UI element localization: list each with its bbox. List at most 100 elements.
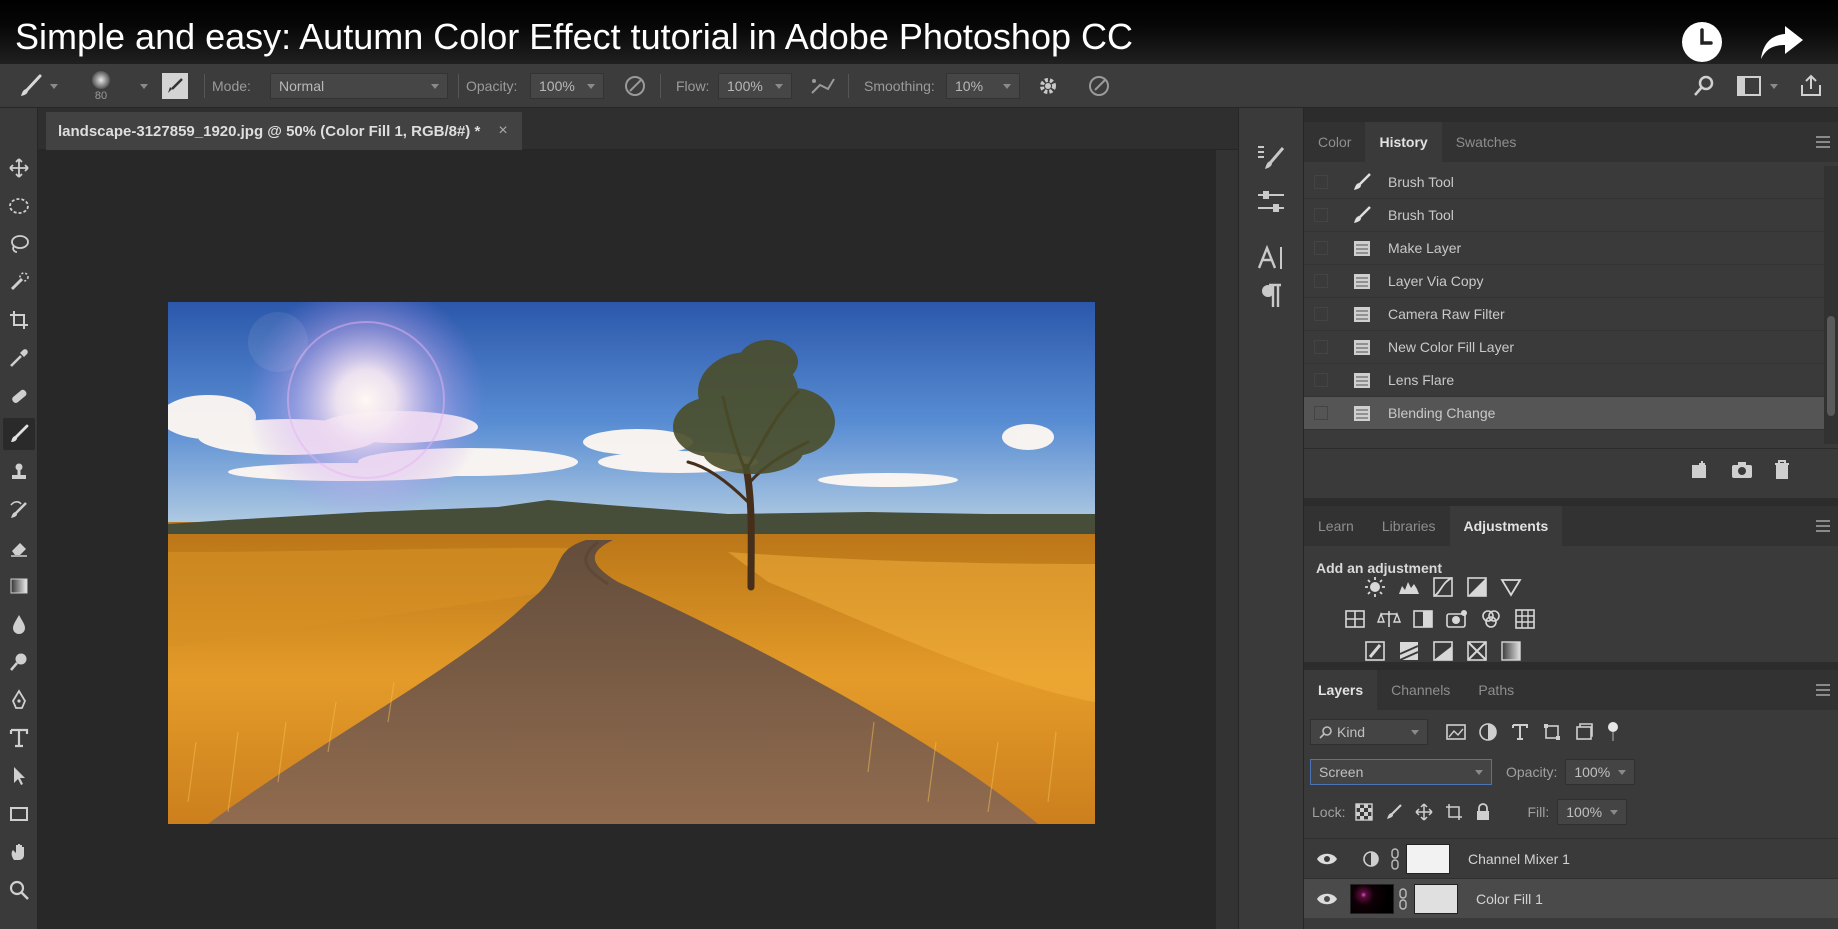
- new-document-from-state-icon[interactable]: [1688, 459, 1710, 486]
- lasso-tool-icon[interactable]: [3, 228, 35, 260]
- clone-stamp-tool-icon[interactable]: [3, 456, 35, 488]
- workspace-icon[interactable]: [1736, 64, 1778, 108]
- camera-icon[interactable]: [1730, 459, 1754, 486]
- zoom-tool-icon[interactable]: [3, 874, 35, 906]
- layer-mask-thumbnail[interactable]: [1414, 883, 1458, 914]
- layer-filter-select[interactable]: Kind: [1310, 719, 1428, 745]
- history-brush-toggle[interactable]: [1314, 373, 1328, 387]
- tab-libraries[interactable]: Libraries: [1368, 506, 1450, 546]
- history-item[interactable]: Camera Raw Filter: [1304, 298, 1824, 331]
- type-tool-icon[interactable]: [3, 722, 35, 754]
- lock-transparent-pixels-icon[interactable]: [1355, 803, 1374, 821]
- opacity-field[interactable]: 100%: [530, 73, 604, 99]
- eye-icon[interactable]: [1316, 851, 1338, 867]
- filter-shape-layers-icon[interactable]: [1542, 722, 1562, 742]
- filter-adjustment-layers-icon[interactable]: [1478, 722, 1498, 742]
- marquee-tool-icon[interactable]: [3, 190, 35, 222]
- pressure-opacity-icon[interactable]: [622, 64, 648, 108]
- history-brush-toggle[interactable]: [1314, 274, 1328, 288]
- brush-size-picker[interactable]: 80: [92, 64, 110, 108]
- lock-artboard-icon[interactable]: [1445, 803, 1463, 821]
- tab-history[interactable]: History: [1365, 122, 1442, 162]
- lock-position-icon[interactable]: [1415, 803, 1433, 821]
- layer-row-selected[interactable]: Color Fill 1: [1304, 878, 1838, 918]
- history-scrollbar[interactable]: [1824, 166, 1838, 444]
- layer-mask-thumbnail[interactable]: [1406, 843, 1450, 874]
- channel-mixer-icon[interactable]: [1474, 604, 1508, 634]
- paragraph-panel-icon[interactable]: [1253, 278, 1289, 314]
- tab-learn[interactable]: Learn: [1304, 506, 1368, 546]
- black-white-icon[interactable]: [1406, 604, 1440, 634]
- color-lookup-icon[interactable]: [1508, 604, 1542, 634]
- threshold-icon[interactable]: [1426, 636, 1460, 666]
- eyedropper-tool-icon[interactable]: [3, 342, 35, 374]
- history-brush-toggle[interactable]: [1314, 241, 1328, 255]
- properties-panel-icon[interactable]: [1253, 184, 1289, 220]
- history-brush-toggle[interactable]: [1314, 406, 1328, 420]
- history-scroll-thumb[interactable]: [1827, 316, 1835, 416]
- link-icon[interactable]: [1390, 847, 1400, 870]
- filter-smart-objects-icon[interactable]: [1574, 722, 1594, 742]
- history-item[interactable]: Lens Flare: [1304, 364, 1824, 397]
- trash-icon[interactable]: [1772, 459, 1792, 486]
- exposure-icon[interactable]: [1460, 572, 1494, 602]
- document-tab[interactable]: landscape-3127859_1920.jpg @ 50% (Color …: [46, 112, 522, 150]
- blend-mode-select[interactable]: Screen: [1310, 759, 1492, 785]
- dodge-tool-icon[interactable]: [3, 646, 35, 678]
- crop-tool-icon[interactable]: [3, 304, 35, 336]
- history-item[interactable]: Make Layer: [1304, 232, 1824, 265]
- history-brush-toggle[interactable]: [1314, 208, 1328, 222]
- smoothing-field[interactable]: 10%: [946, 73, 1020, 99]
- levels-icon[interactable]: [1392, 572, 1426, 602]
- filter-pixel-layers-icon[interactable]: [1446, 723, 1466, 741]
- tab-color[interactable]: Color: [1304, 122, 1365, 162]
- brush-tool-icon[interactable]: [3, 418, 35, 450]
- filter-toggle-icon[interactable]: [1606, 721, 1620, 743]
- tab-adjustments[interactable]: Adjustments: [1449, 506, 1563, 546]
- gradient-map-icon[interactable]: [1494, 636, 1528, 666]
- gear-icon[interactable]: [1036, 64, 1060, 108]
- tab-swatches[interactable]: Swatches: [1442, 122, 1531, 162]
- brush-tool-preset-button[interactable]: [18, 64, 58, 108]
- tab-paths[interactable]: Paths: [1464, 670, 1528, 710]
- healing-brush-tool-icon[interactable]: [3, 380, 35, 412]
- rectangle-tool-icon[interactable]: [3, 798, 35, 830]
- vibrance-icon[interactable]: [1494, 572, 1528, 602]
- history-item[interactable]: New Color Fill Layer: [1304, 331, 1824, 364]
- airbrush-icon[interactable]: [808, 64, 836, 108]
- history-item[interactable]: Brush Tool: [1304, 166, 1824, 199]
- flow-field[interactable]: 100%: [718, 73, 792, 99]
- eye-icon[interactable]: [1316, 891, 1338, 907]
- fill-field[interactable]: 100%: [1557, 799, 1628, 825]
- photo-filter-icon[interactable]: [1440, 604, 1474, 634]
- history-item-current[interactable]: Blending Change: [1304, 397, 1824, 430]
- pen-tool-icon[interactable]: [3, 684, 35, 716]
- filter-type-layers-icon[interactable]: [1510, 722, 1530, 742]
- posterize-icon[interactable]: [1392, 636, 1426, 666]
- color-fill-thumbnail[interactable]: [1350, 883, 1394, 914]
- gradient-tool-icon[interactable]: [3, 570, 35, 602]
- move-tool-icon[interactable]: [3, 152, 35, 184]
- share-export-icon[interactable]: [1798, 64, 1824, 108]
- lock-image-pixels-icon[interactable]: [1385, 803, 1403, 821]
- brush-settings-toggle[interactable]: [162, 64, 188, 108]
- pressure-size-icon[interactable]: [1086, 64, 1112, 108]
- history-brush-toggle[interactable]: [1314, 307, 1328, 321]
- landscape-image[interactable]: [168, 302, 1095, 824]
- lock-all-icon[interactable]: [1475, 803, 1491, 821]
- invert-icon[interactable]: [1358, 636, 1392, 666]
- close-icon[interactable]: ×: [498, 122, 507, 140]
- canvas-scrollbar[interactable]: [1216, 150, 1238, 929]
- panel-menu-icon[interactable]: [1816, 684, 1830, 696]
- brightness-contrast-icon[interactable]: [1358, 572, 1392, 602]
- tab-layers[interactable]: Layers: [1304, 670, 1378, 710]
- color-balance-icon[interactable]: [1372, 604, 1406, 634]
- history-brush-toggle[interactable]: [1314, 340, 1328, 354]
- chevron-down-icon[interactable]: [140, 83, 148, 89]
- share-icon[interactable]: [1756, 16, 1808, 68]
- panel-menu-icon[interactable]: [1816, 520, 1830, 532]
- search-icon[interactable]: [1692, 64, 1716, 108]
- history-brush-toggle[interactable]: [1314, 175, 1328, 189]
- hand-tool-icon[interactable]: [3, 836, 35, 868]
- layer-opacity-field[interactable]: 100%: [1565, 759, 1636, 785]
